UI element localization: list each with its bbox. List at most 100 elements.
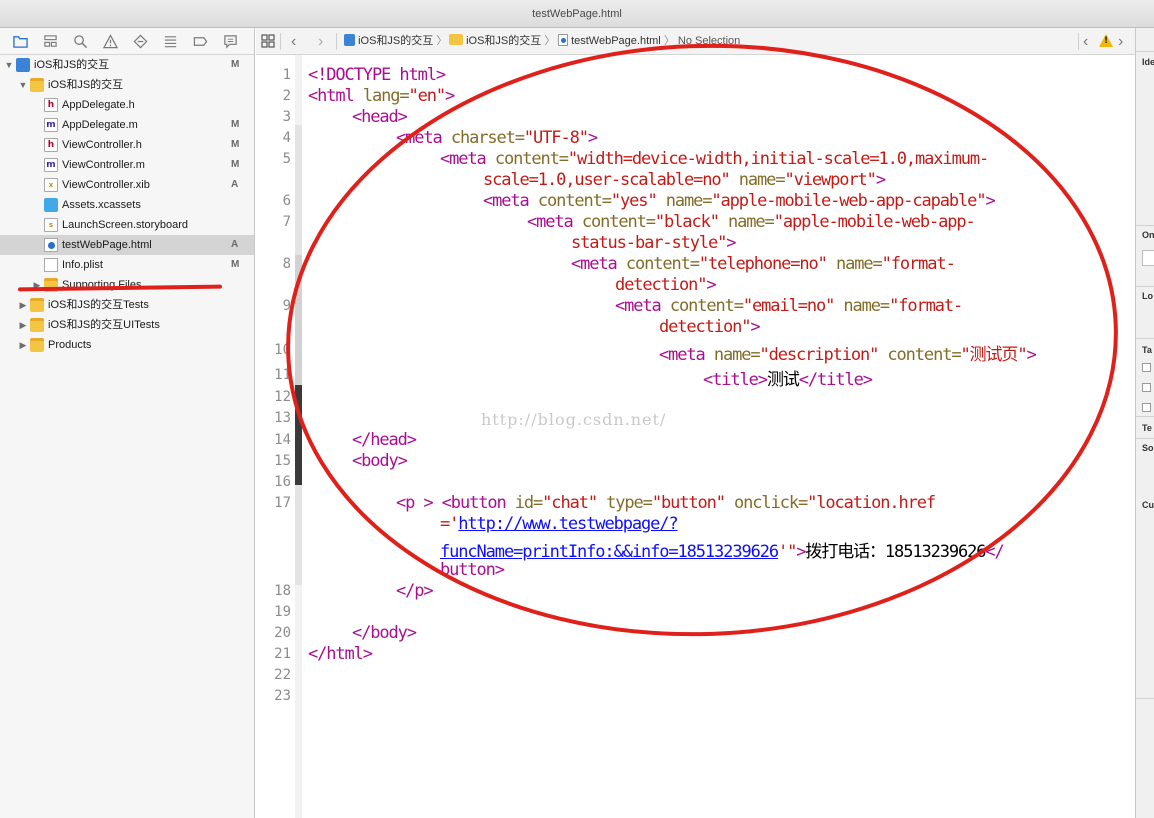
grid-icon[interactable]	[261, 28, 275, 55]
code-line[interactable]: <meta name="description" content="测试页">	[659, 340, 1037, 365]
navigator-item[interactable]: h AppDelegate.h	[0, 95, 254, 115]
hierarchy-icon[interactable]	[42, 33, 58, 49]
code-line[interactable]: <p > <button id="chat" type="button" onc…	[396, 493, 936, 513]
folder-icon[interactable]	[12, 33, 28, 49]
inspector-section-label: So	[1142, 443, 1154, 453]
navigator-item-label: AppDelegate.h	[62, 99, 135, 111]
inspector-section-label: Lo	[1142, 291, 1153, 301]
code-line[interactable]: </body>	[352, 623, 417, 643]
code-token: <body>	[352, 451, 408, 471]
code-line[interactable]: <meta content="width=device-width,initia…	[440, 149, 989, 169]
navigator-item[interactable]: ▶ iOS和JS的交互UITests	[0, 315, 254, 335]
code-token: "button"	[651, 493, 735, 513]
code-line[interactable]: detection">	[659, 317, 761, 337]
navigator-item[interactable]: s LaunchScreen.storyboard	[0, 215, 254, 235]
code-editor[interactable]: <!DOCTYPE html> <html lang="en"> <head> <me…	[308, 55, 1134, 818]
navigator-item[interactable]: ▶ Products	[0, 335, 254, 355]
code-line[interactable]: <!DOCTYPE html>	[308, 65, 446, 85]
navigator-item[interactable]: m ViewController.m M	[0, 155, 254, 175]
navigator-item[interactable]: testWebPage.html A	[0, 235, 254, 255]
crumb-folder[interactable]: iOS和JS的交互 〉	[449, 28, 555, 55]
code-token: <html	[308, 86, 363, 106]
code-line[interactable]: ='http://www.testwebpage/?	[440, 514, 679, 534]
header-file-icon: h	[44, 138, 58, 152]
breakpoint-icon[interactable]	[192, 33, 208, 49]
code-line[interactable]: <title>测试</title>	[703, 365, 873, 390]
navigator-item[interactable]: Assets.xcassets	[0, 195, 254, 215]
inspector-divider	[1136, 225, 1154, 226]
code-line[interactable]: <head>	[352, 107, 408, 127]
code-token[interactable]: funcName=printInfo:&&info=18513239626	[440, 542, 779, 562]
code-folding-ribbon[interactable]	[295, 55, 302, 818]
navigator-item[interactable]: x ViewController.xib A	[0, 175, 254, 195]
navigator-item[interactable]: Info.plist M	[0, 255, 254, 275]
inspector-checkbox[interactable]	[1142, 403, 1151, 412]
jump-bar-divider	[280, 33, 281, 50]
code-line[interactable]: <meta content="email=no" name="format-	[615, 296, 963, 316]
disclosure-closed-icon[interactable]: ▶	[32, 275, 42, 295]
chevron-right-icon[interactable]: ›	[318, 28, 323, 55]
code-line[interactable]: funcName=printInfo:&&info=18513239626'">…	[440, 537, 1005, 562]
code-line[interactable]: <meta content="telephone=no" name="forma…	[571, 254, 956, 274]
disclosure-open-icon[interactable]: ▼	[18, 75, 28, 95]
disclosure-open-icon[interactable]: ▼	[4, 55, 14, 75]
fold-band-active[interactable]	[295, 385, 302, 495]
inspector-checkbox[interactable]	[1142, 383, 1151, 392]
scm-status-badge: A	[231, 179, 239, 190]
issue-next-icon[interactable]: ›	[1118, 28, 1123, 55]
inspector-divider	[1136, 438, 1154, 439]
html-file-icon	[558, 34, 568, 46]
code-token: "black"	[654, 212, 728, 232]
code-token: "format-	[889, 296, 963, 316]
line-number: 1	[282, 67, 291, 83]
warning-icon[interactable]	[102, 33, 118, 49]
inspector-text-field[interactable]	[1142, 250, 1154, 266]
report-icon[interactable]	[222, 33, 238, 49]
code-token: "telephone=no"	[698, 254, 836, 274]
code-line[interactable]: <html lang="en">	[308, 86, 455, 106]
code-line[interactable]: </p>	[396, 581, 434, 601]
line-number: 4	[282, 130, 291, 146]
test-icon[interactable]	[132, 33, 148, 49]
code-line[interactable]: status-bar-style">	[571, 233, 737, 253]
code-line[interactable]: <meta content="yes" name="apple-mobile-w…	[483, 191, 996, 211]
code-line[interactable]: button>	[440, 560, 505, 580]
issue-warning-icon[interactable]: !	[1099, 34, 1113, 47]
chevron-left-icon[interactable]: ‹	[291, 28, 296, 55]
inspector-divider	[1136, 416, 1154, 417]
code-token: >	[706, 275, 716, 295]
disclosure-closed-icon[interactable]: ▶	[18, 315, 28, 335]
navigator-item[interactable]: ▼ iOS和JS的交互 M	[0, 55, 254, 75]
jump-bar: ‹ › iOS和JS的交互 〉 iOS和JS的交互 〉 testWebPage.…	[256, 28, 1135, 55]
code-line[interactable]: <meta content="black" name="apple-mobile…	[527, 212, 976, 232]
jump-bar-divider	[1078, 33, 1079, 50]
inspector-checkbox[interactable]	[1142, 363, 1151, 372]
code-line[interactable]: <meta charset="UTF-8">	[396, 128, 598, 148]
fold-band[interactable]	[295, 485, 302, 585]
code-token: </head>	[352, 430, 417, 450]
code-token: id=	[514, 493, 544, 513]
code-token: >	[726, 233, 736, 253]
crumb-project[interactable]: iOS和JS的交互 〉	[344, 28, 447, 55]
disclosure-closed-icon[interactable]: ▶	[18, 295, 28, 315]
code-token[interactable]: http://www.testwebpage/?	[458, 514, 678, 534]
navigator-item-label: iOS和JS的交互Tests	[48, 299, 149, 311]
code-token: <p > <button	[396, 493, 515, 513]
navigator-item[interactable]: ▼ iOS和JS的交互	[0, 75, 254, 95]
code-line[interactable]: scale=1.0,user-scalable=no" name="viewpo…	[483, 170, 886, 190]
crumb-file[interactable]: testWebPage.html 〉 No Selection	[558, 28, 740, 55]
issue-prev-icon[interactable]: ‹	[1083, 28, 1088, 55]
disclosure-closed-icon[interactable]: ▶	[18, 335, 28, 355]
code-line[interactable]: <body>	[352, 451, 408, 471]
search-icon[interactable]	[72, 33, 88, 49]
code-token: detection"	[615, 275, 707, 295]
code-line[interactable]: </html>	[308, 644, 373, 664]
navigator-item[interactable]: ▶ iOS和JS的交互Tests	[0, 295, 254, 315]
code-token: </html>	[308, 644, 373, 664]
code-line[interactable]: detection">	[615, 275, 717, 295]
code-token: >	[750, 317, 760, 337]
navigator-item[interactable]: h ViewController.h M	[0, 135, 254, 155]
code-line[interactable]: </head>	[352, 430, 417, 450]
navigator-item[interactable]: m AppDelegate.m M	[0, 115, 254, 135]
debug-icon[interactable]	[162, 33, 178, 49]
